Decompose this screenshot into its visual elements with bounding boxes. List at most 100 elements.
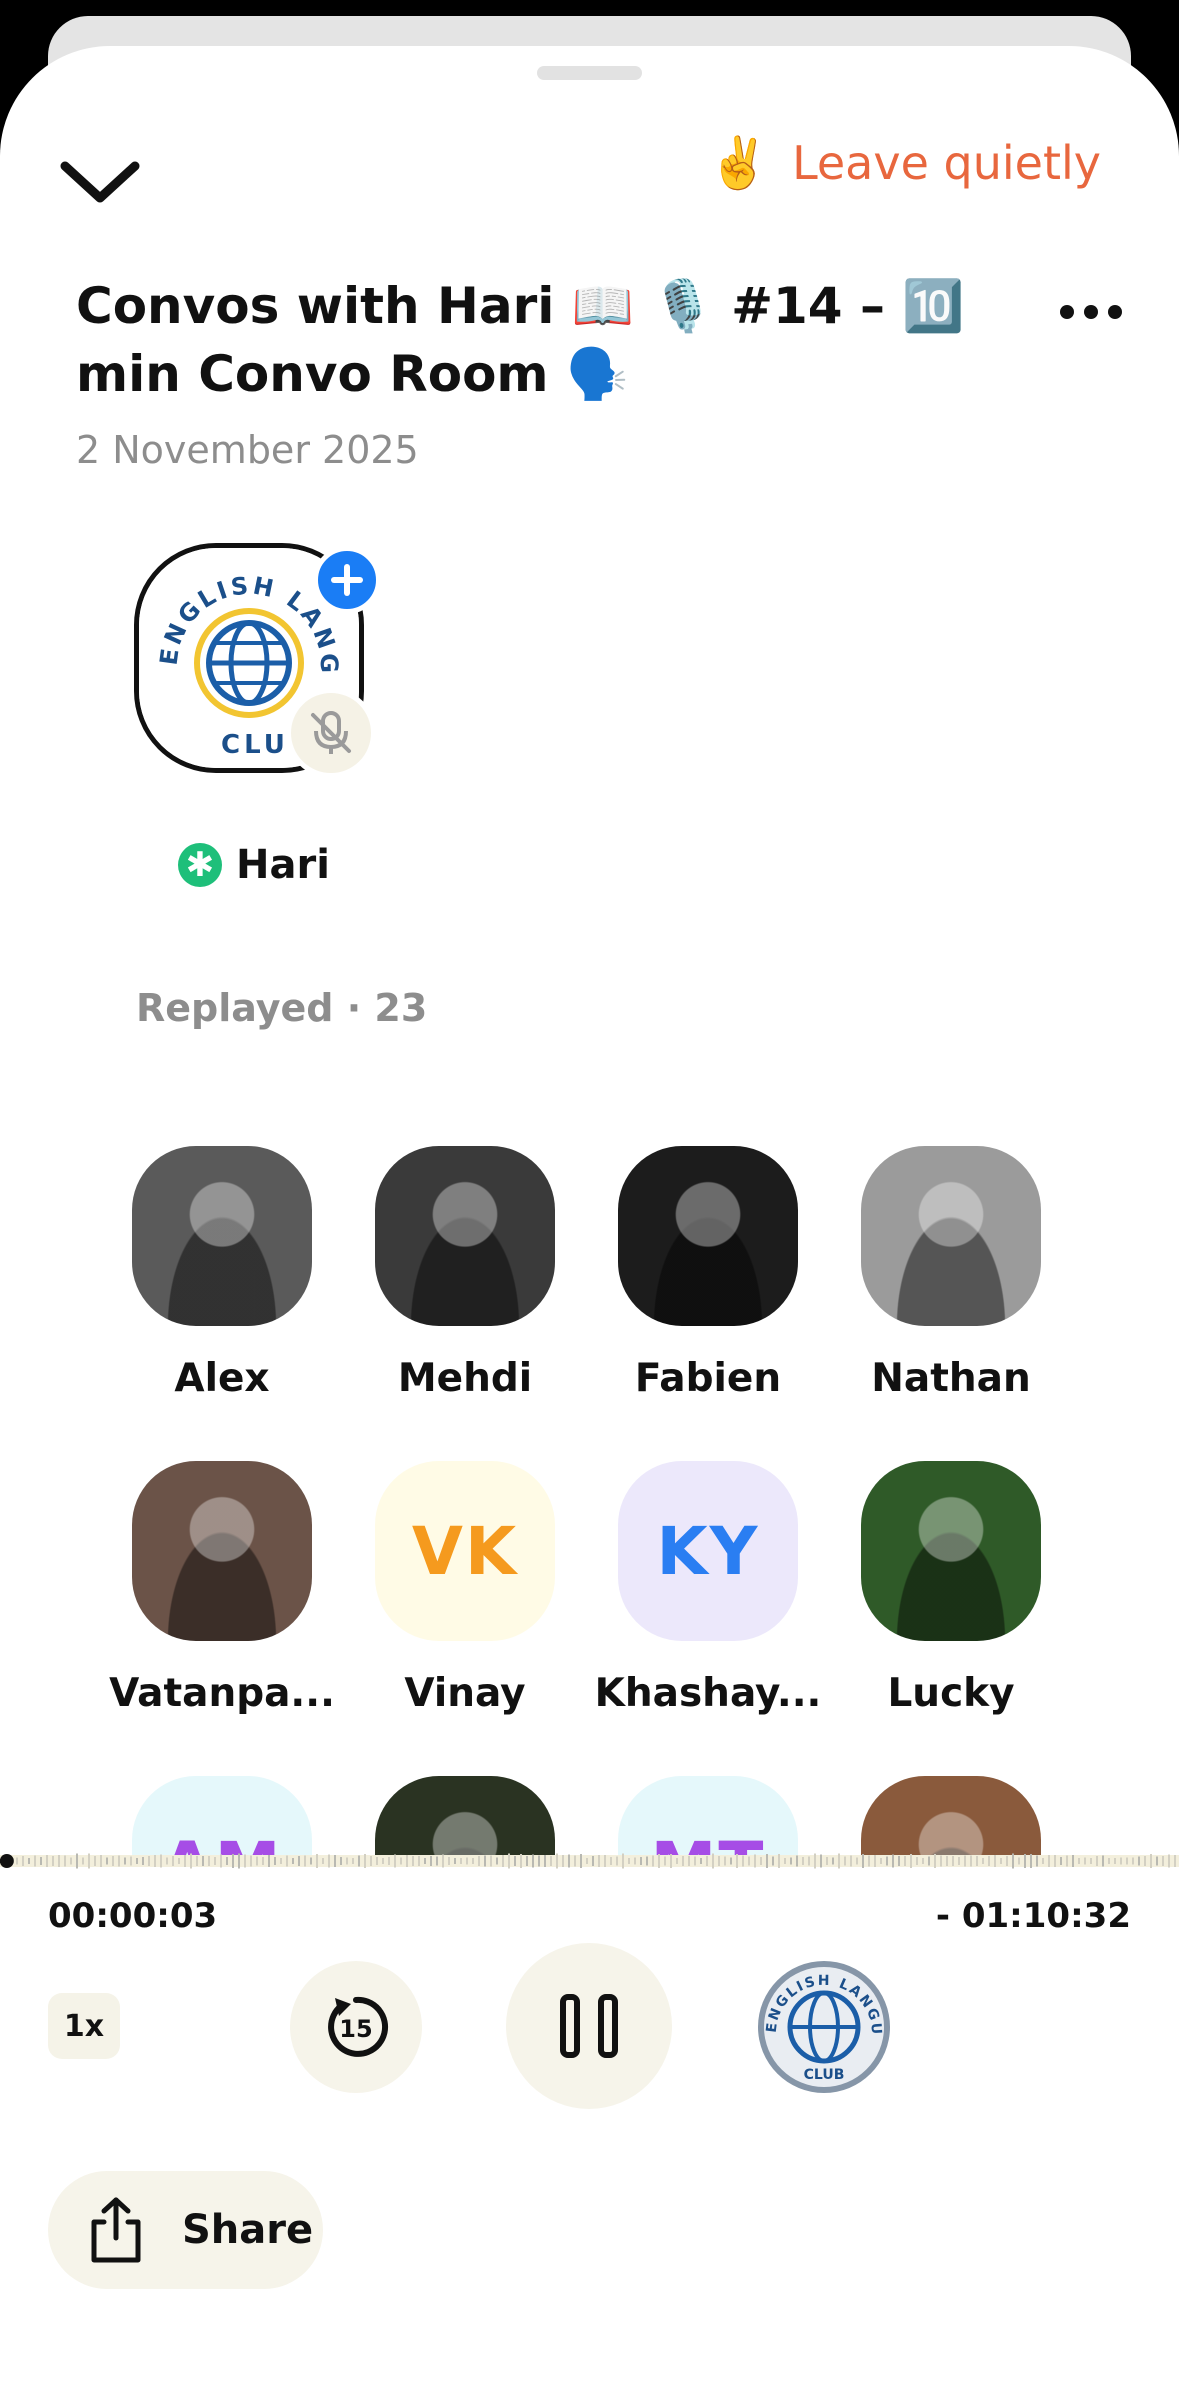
waveform-bar xyxy=(910,1854,912,1868)
waveform-bar xyxy=(352,1858,354,1864)
moderator-icon: ✱ xyxy=(178,843,222,887)
playback-speed-button[interactable]: 1x xyxy=(48,1993,120,2059)
waveform-bar xyxy=(196,1856,198,1866)
waveform-bar xyxy=(898,1856,900,1866)
listener-avatar[interactable] xyxy=(618,1146,798,1326)
waveform-bar xyxy=(844,1856,846,1866)
waveform-bar xyxy=(472,1858,474,1864)
waveform-bar xyxy=(394,1854,396,1868)
waveform-bar xyxy=(934,1854,936,1868)
club-avatar-button[interactable]: ENGLISH LANGUAGE CLUB xyxy=(758,1961,890,2093)
waveform-bar xyxy=(340,1857,342,1865)
add-icon[interactable] xyxy=(313,546,381,614)
waveform-bar xyxy=(778,1854,780,1868)
waveform-bar xyxy=(628,1858,630,1864)
waveform-bar xyxy=(784,1858,786,1864)
pause-button[interactable] xyxy=(506,1943,672,2109)
waveform-bar xyxy=(1120,1857,1122,1865)
waveform-bar xyxy=(142,1857,144,1865)
listener-item[interactable]: AM xyxy=(86,1776,326,1856)
waveform-bar xyxy=(448,1857,450,1865)
waveform-bar xyxy=(688,1856,690,1866)
listener-avatar[interactable] xyxy=(861,1146,1041,1326)
listener-avatar[interactable] xyxy=(132,1461,312,1641)
waveform-bar xyxy=(1054,1855,1056,1867)
waveform-bar xyxy=(868,1855,870,1867)
waveform-bar xyxy=(988,1856,990,1866)
listener-avatar[interactable] xyxy=(375,1776,555,1856)
waveform-bar xyxy=(1144,1856,1146,1866)
waveform-bar xyxy=(1108,1858,1110,1864)
room-title: Convos with Hari 📖 🎙️ #14 – 🔟 min Convo … xyxy=(76,277,965,403)
playback-waveform[interactable] xyxy=(0,1851,1179,1871)
waveform-bar xyxy=(1042,1858,1044,1864)
waveform-bar xyxy=(520,1854,522,1868)
waveform-bar xyxy=(886,1856,888,1866)
listener-item[interactable]: Alex xyxy=(86,1146,326,1426)
listener-item[interactable] xyxy=(815,1776,1055,1856)
remaining-time: - 01:10:32 xyxy=(935,1896,1131,1936)
waveform-bar xyxy=(1036,1855,1038,1867)
listener-avatar[interactable] xyxy=(861,1776,1041,1856)
chevron-down-icon[interactable] xyxy=(55,146,145,216)
waveform-bar xyxy=(376,1857,378,1865)
skip-back-15-button[interactable]: 15 xyxy=(290,1961,422,2093)
waveform-bar xyxy=(1060,1857,1062,1865)
leave-quietly-button[interactable]: ✌️ Leave quietly xyxy=(708,128,1101,198)
listener-item[interactable]: Vatanpa... xyxy=(86,1461,335,1741)
waveform-bar xyxy=(364,1854,366,1868)
listener-item[interactable]: Lucky xyxy=(815,1461,1055,1741)
waveform-bar xyxy=(388,1857,390,1865)
listener-item[interactable]: Mehdi xyxy=(329,1146,569,1426)
listener-item[interactable]: Nathan xyxy=(815,1146,1055,1426)
waveform-bar xyxy=(1162,1856,1164,1866)
waveform-bar xyxy=(1126,1857,1128,1865)
waveform-bar xyxy=(244,1854,246,1868)
waveform-bar xyxy=(124,1857,126,1865)
waveform-bar xyxy=(706,1856,708,1866)
share-button[interactable]: Share xyxy=(48,2171,323,2289)
waveform-bar xyxy=(82,1857,84,1865)
room-date: 2 November 2025 xyxy=(76,428,419,472)
waveform-bar xyxy=(724,1856,726,1866)
waveform-bar xyxy=(856,1857,858,1865)
replayed-count: Replayed · 23 xyxy=(136,986,428,1030)
waveform-bar xyxy=(754,1854,756,1868)
waveform-bar xyxy=(598,1855,600,1867)
listener-avatar[interactable]: VK xyxy=(375,1461,555,1641)
listener-avatar[interactable]: MT xyxy=(618,1776,798,1856)
waveform-bar xyxy=(478,1856,480,1866)
host-speaker[interactable]: ENGLISH LANGUAG CLUB xyxy=(134,543,381,778)
waveform-bar xyxy=(226,1857,228,1865)
victory-hand-icon: ✌️ xyxy=(707,133,771,192)
waveform-bar xyxy=(1174,1855,1176,1867)
waveform-bar xyxy=(574,1855,576,1867)
waveform-bar xyxy=(1114,1858,1116,1864)
listener-item[interactable]: Fabien xyxy=(572,1146,812,1426)
waveform-bar xyxy=(1024,1854,1026,1868)
listener-avatar[interactable]: AM xyxy=(132,1776,312,1856)
listener-avatar[interactable] xyxy=(861,1461,1041,1641)
waveform-bar xyxy=(1102,1855,1104,1867)
waveform-bar xyxy=(1096,1856,1098,1866)
playhead xyxy=(0,1854,14,1868)
listener-name: Vinay xyxy=(404,1671,526,1716)
pause-bar-right xyxy=(598,1994,618,2058)
listener-avatar[interactable]: KY xyxy=(618,1461,798,1641)
listener-avatar[interactable] xyxy=(132,1146,312,1326)
listener-avatar[interactable] xyxy=(375,1146,555,1326)
listener-item[interactable] xyxy=(329,1776,569,1856)
listener-item[interactable]: MT xyxy=(572,1776,812,1856)
waveform-bar xyxy=(652,1855,654,1867)
listener-item[interactable]: VK Vinay xyxy=(329,1461,569,1741)
waveform-bar xyxy=(316,1854,318,1868)
more-options-icon[interactable] xyxy=(1058,302,1124,322)
waveform-bar xyxy=(16,1857,18,1865)
listener-item[interactable]: KY Khashay... xyxy=(572,1461,821,1741)
sheet-grabber[interactable] xyxy=(537,66,642,80)
waveform-bar xyxy=(946,1856,948,1866)
waveform-bar xyxy=(412,1856,414,1866)
waveform-bar xyxy=(832,1857,834,1865)
waveform-bar xyxy=(850,1855,852,1867)
waveform-bar xyxy=(382,1858,384,1864)
